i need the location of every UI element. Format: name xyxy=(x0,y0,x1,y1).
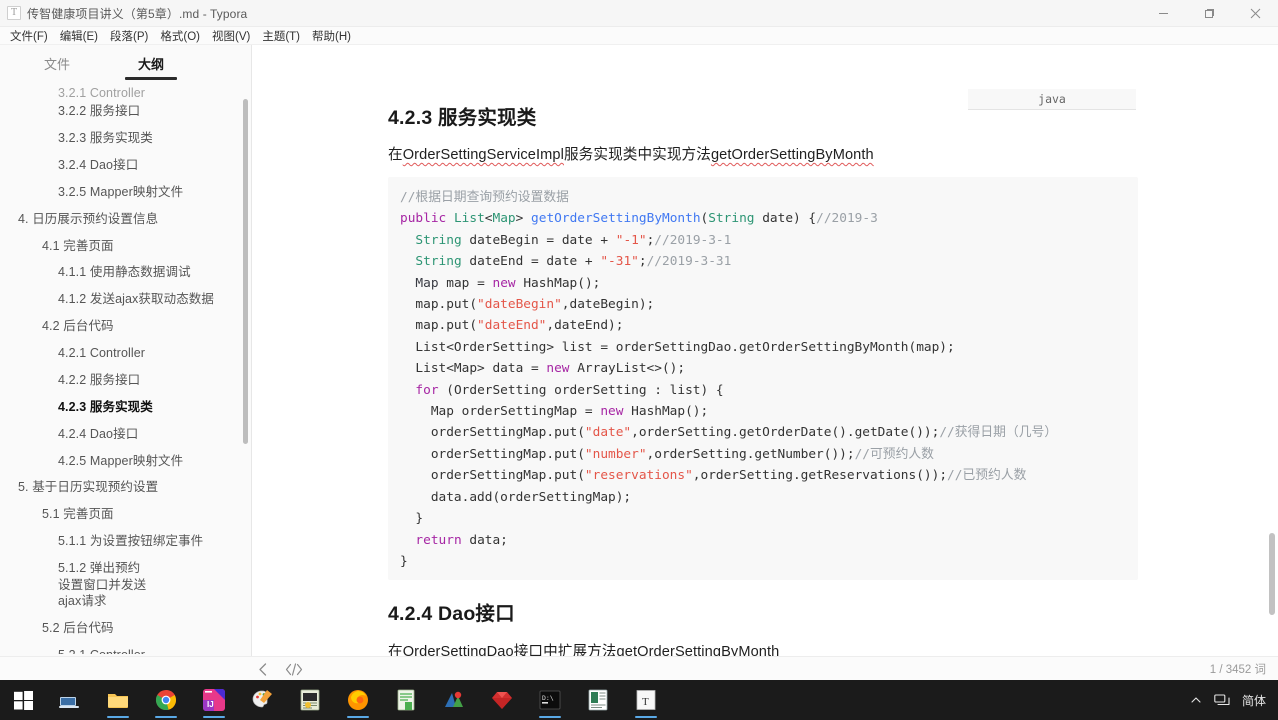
window-title: 传智健康项目讲义（第5章）.md - Typora xyxy=(27,6,248,21)
minimize-button[interactable] xyxy=(1140,0,1186,27)
taskbar-items: IJ D:\ T xyxy=(46,680,670,720)
navicat-icon[interactable] xyxy=(430,680,478,720)
code-block-service-impl[interactable]: //根据日期查询预约设置数据 public List<Map> getOrder… xyxy=(388,177,1138,580)
terminal-icon[interactable]: D:\ xyxy=(526,680,574,720)
menu-edit[interactable]: 编辑(E) xyxy=(54,27,104,45)
outline-item-5-1-1[interactable]: 5.1.1 为设置按钮绑定事件 xyxy=(0,528,251,555)
menu-view[interactable]: 视图(V) xyxy=(206,27,256,45)
outline-item-3-2-5[interactable]: 3.2.5 Mapper映射文件 xyxy=(0,179,251,206)
outline-item-3-2-4[interactable]: 3.2.4 Dao接口 xyxy=(0,152,251,179)
menu-paragraph[interactable]: 段落(P) xyxy=(104,27,154,45)
file-explorer-icon[interactable] xyxy=(94,680,142,720)
firefox-icon[interactable] xyxy=(334,680,382,720)
status-bar: 1 / 3452 词 xyxy=(0,656,1278,680)
para-mid: 服务实现类中实现方法 xyxy=(563,147,711,163)
heading-4-2-3: 4.2.3 服务实现类 xyxy=(388,107,537,129)
outline-item-4-1[interactable]: 4.1 完善页面 xyxy=(0,232,251,259)
maximize-button[interactable] xyxy=(1186,0,1232,27)
paint-icon[interactable] xyxy=(238,680,286,720)
window-controls xyxy=(1140,0,1278,27)
outline-item-4-1-1[interactable]: 4.1.1 使用静态数据调试 xyxy=(0,259,251,286)
para-spell-1: OrderSettingServiceImpl xyxy=(402,147,564,163)
outline-item-3-2-2[interactable]: 3.2.2 服务接口 xyxy=(0,98,251,125)
typora-icon[interactable]: T xyxy=(622,680,670,720)
outline-item-4-2-2[interactable]: 4.2.2 服务接口 xyxy=(0,367,251,394)
tab-files[interactable]: 文件 xyxy=(44,54,70,79)
windows-start-icon[interactable] xyxy=(0,680,46,720)
outline-item-3-2-3[interactable]: 3.2.3 服务实现类 xyxy=(0,125,251,152)
windows-taskbar: IJ D:\ T 简体 xyxy=(0,680,1278,720)
notepad-app-icon[interactable] xyxy=(286,680,334,720)
word-doc-icon[interactable] xyxy=(574,680,622,720)
menu-theme[interactable]: 主题(T) xyxy=(256,27,306,45)
outline-item-4-2[interactable]: 4.2 后台代码 xyxy=(0,313,251,340)
para-prefix: 在 xyxy=(388,147,403,163)
outline-item-4-2-3[interactable]: 4.2.3 服务实现类 xyxy=(0,394,251,421)
typora-window: T 传智健康项目讲义（第5章）.md - Typora 文件(F) 编辑(E) … xyxy=(0,0,1278,720)
google-chrome-icon[interactable] xyxy=(142,680,190,720)
heading-4-2-4: 4.2.4 Dao接口 xyxy=(388,603,515,625)
status-bar-left xyxy=(258,657,303,681)
taskview-icon[interactable] xyxy=(46,680,94,720)
intellij-idea-icon[interactable]: IJ xyxy=(190,680,238,720)
outline-item-4[interactable]: 4. 日历展示预约设置信息 xyxy=(0,206,251,233)
code-language-tag[interactable]: java xyxy=(968,89,1136,110)
outline-item-4-2-5[interactable]: 4.2.5 Mapper映射文件 xyxy=(0,447,251,474)
outline-item-5-1[interactable]: 5.1 完善页面 xyxy=(0,501,251,528)
outline-item-5-2-1[interactable]: 5.2.1 Controller xyxy=(0,642,251,654)
svg-text:T: T xyxy=(642,696,649,708)
menu-help[interactable]: 帮助(H) xyxy=(306,27,357,45)
ime-indicator[interactable]: 简体 xyxy=(1242,692,1266,709)
title-bar: T 传智健康项目讲义（第5章）.md - Typora xyxy=(0,0,1278,27)
menu-bar: 文件(F) 编辑(E) 段落(P) 格式(O) 视图(V) 主题(T) 帮助(H… xyxy=(0,27,1278,45)
outline-item-5-1-2[interactable]: 5.1.2 弹出预约设置窗口并发送ajax请求 xyxy=(0,555,251,615)
tab-outline[interactable]: 大纲 xyxy=(125,54,178,80)
outline-item-3-2-1[interactable]: 3.2.1 Controller xyxy=(0,85,251,98)
outline-list[interactable]: 3.2.1 Controller 3.2.2 服务接口 3.2.3 服务实现类 … xyxy=(0,85,251,654)
chevron-left-icon[interactable] xyxy=(258,662,268,676)
sidebar-scrollbar[interactable] xyxy=(243,99,248,444)
outline-item-4-1-2[interactable]: 4.1.2 发送ajax获取动态数据 xyxy=(0,286,251,313)
menu-format[interactable]: 格式(O) xyxy=(154,27,206,45)
word-count[interactable]: 1 / 3452 词 xyxy=(1210,657,1266,681)
outline-item-5[interactable]: 5. 基于日历实现预约设置 xyxy=(0,474,251,501)
ruby-gem-icon[interactable] xyxy=(478,680,526,720)
close-button[interactable] xyxy=(1232,0,1278,27)
system-tray: 简体 xyxy=(1190,680,1278,720)
code-brackets-icon[interactable] xyxy=(285,662,303,676)
outline-item-4-2-1[interactable]: 4.2.1 Controller xyxy=(0,340,251,367)
outline-item-5-2[interactable]: 5.2 后台代码 xyxy=(0,615,251,642)
sidebar-tabs: 文件 大纲 xyxy=(0,45,251,81)
document-scrollbar[interactable] xyxy=(1269,533,1275,615)
typora-icon: T xyxy=(7,6,21,20)
network-icon[interactable] xyxy=(1214,693,1230,707)
document-area[interactable]: java 4.2.3 服务实现类 在OrderSettingServiceImp… xyxy=(253,45,1278,680)
menu-file[interactable]: 文件(F) xyxy=(4,27,54,45)
svg-text:D:\: D:\ xyxy=(542,694,554,702)
editor-app-icon[interactable] xyxy=(382,680,430,720)
outline-item-4-2-4[interactable]: 4.2.4 Dao接口 xyxy=(0,421,251,448)
paragraph-4-2-3: 在OrderSettingServiceImpl服务实现类中实现方法getOrd… xyxy=(388,143,874,164)
para-spell-2: getOrderSettingByMonth xyxy=(710,147,874,163)
chevron-up-icon[interactable] xyxy=(1190,694,1202,706)
svg-text:IJ: IJ xyxy=(207,700,214,709)
sidebar: 文件 大纲 3.2.1 Controller 3.2.2 服务接口 3.2.3 … xyxy=(0,45,252,680)
